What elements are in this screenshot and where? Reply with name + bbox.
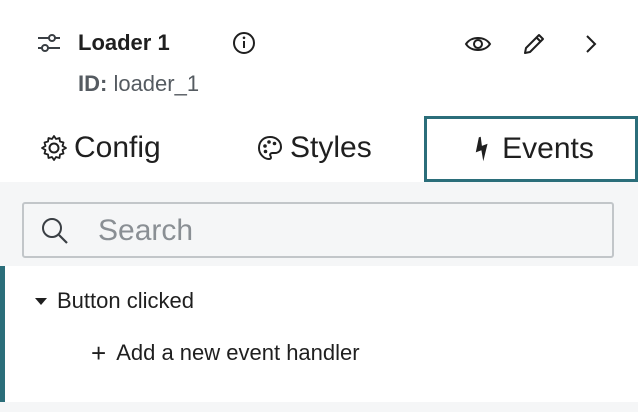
caret-down-icon[interactable] bbox=[35, 297, 47, 305]
tab-styles[interactable]: Styles bbox=[256, 116, 372, 180]
events-panel: Button clicked + Add a new event handler bbox=[0, 182, 638, 412]
palette-icon bbox=[257, 135, 283, 161]
tab-config[interactable]: Config bbox=[40, 116, 161, 180]
component-id: ID: loader_1 bbox=[78, 71, 199, 97]
tab-events[interactable]: Events bbox=[424, 116, 638, 183]
search-box bbox=[22, 202, 614, 258]
component-title: Loader 1 bbox=[78, 30, 170, 55]
event-group-header[interactable]: Button clicked bbox=[35, 288, 194, 314]
divider bbox=[0, 402, 638, 412]
add-event-handler-button[interactable]: + Add a new event handler bbox=[91, 340, 360, 366]
search-icon bbox=[42, 218, 68, 244]
tab-bar: Config Styles Events bbox=[0, 116, 638, 184]
search-input[interactable] bbox=[96, 210, 600, 252]
component-id-label: ID: bbox=[78, 71, 108, 96]
tab-events-label: Events bbox=[502, 132, 594, 165]
lightning-icon bbox=[475, 136, 488, 162]
event-group: Button clicked + Add a new event handler bbox=[0, 266, 638, 402]
tab-styles-label: Styles bbox=[290, 131, 372, 164]
event-group-label: Button clicked bbox=[57, 288, 194, 313]
component-id-value: loader_1 bbox=[113, 71, 200, 96]
plus-icon: + bbox=[91, 338, 107, 368]
info-icon[interactable] bbox=[232, 31, 256, 55]
tab-config-label: Config bbox=[74, 131, 161, 164]
pencil-icon[interactable] bbox=[521, 31, 547, 57]
chevron-right-icon[interactable] bbox=[580, 32, 602, 56]
gear-icon bbox=[41, 135, 67, 161]
component-header: Loader 1 ID: loader_1 bbox=[0, 0, 638, 112]
sliders-icon bbox=[38, 34, 60, 52]
eye-icon[interactable] bbox=[464, 33, 492, 55]
add-event-handler-label: Add a new event handler bbox=[116, 340, 360, 365]
